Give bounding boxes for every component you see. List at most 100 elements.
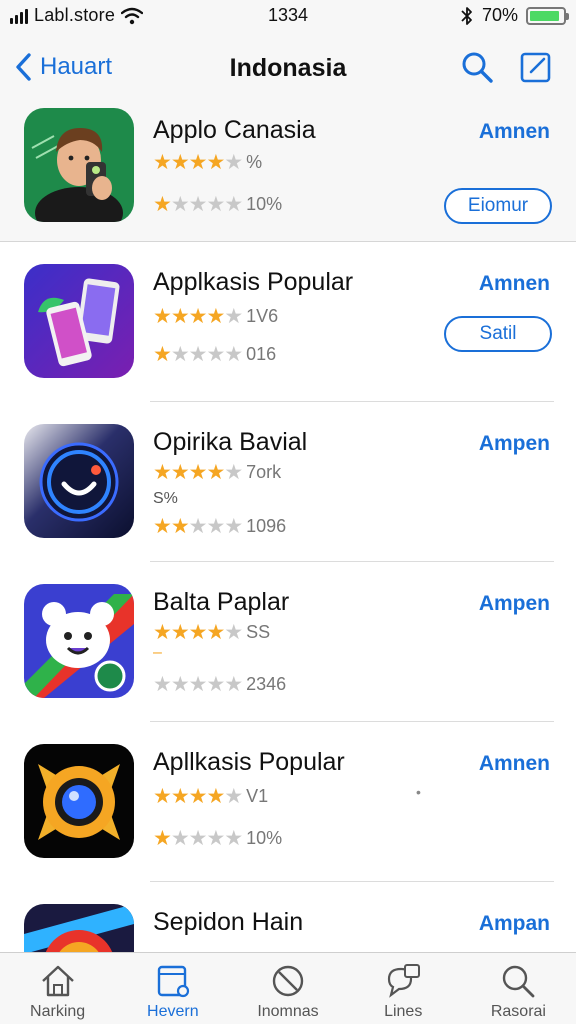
- get-button[interactable]: Ampen: [479, 432, 550, 456]
- star-empty-icon: ★: [206, 515, 225, 538]
- get-button[interactable]: Ampen: [479, 592, 550, 616]
- star-empty-icon: ★: [224, 785, 243, 808]
- rating: ★★★★★ V1: [153, 786, 268, 807]
- star-empty-icon: ★: [170, 343, 190, 366]
- star-filled-icon: ★: [206, 151, 225, 174]
- app-name: Opirika Bavial: [153, 428, 308, 456]
- app-action-button[interactable]: Eiomur: [444, 188, 552, 224]
- status-right: 70%: [460, 5, 569, 26]
- star-filled-icon: ★: [188, 151, 208, 174]
- compose-icon[interactable]: [520, 50, 552, 84]
- calendar-icon: [157, 965, 189, 998]
- tab-label: Rasorai: [490, 1003, 546, 1020]
- rating-value: 1V6: [246, 306, 279, 326]
- rating-count: S%: [153, 490, 178, 507]
- tab-hevern[interactable]: Hevern: [115, 953, 230, 1024]
- star-empty-icon: ★: [188, 343, 208, 366]
- rating-value: %: [246, 152, 263, 172]
- star-filled-icon: ★: [170, 151, 190, 174]
- star-filled-icon: ★: [188, 785, 208, 808]
- star-empty-icon: ★: [224, 621, 243, 644]
- list-item[interactable]: Apllkasis Popular ★★★★★ V1 ★★★★★ 10% • A…: [0, 722, 576, 882]
- tab-bar: Narking Hevern Inomnas Lines Rasorai: [0, 952, 576, 1024]
- search-icon[interactable]: [460, 50, 494, 84]
- phones-icon: [24, 264, 134, 378]
- star-rating-icon: ★★★★★: [153, 151, 243, 174]
- navigation-bar: Hauart Indonasia: [0, 32, 576, 104]
- star-empty-icon: ★: [206, 343, 225, 366]
- list-item[interactable]: Applo Canasia ★★★★★ % ★★★★★ 10% Amnen Ei…: [0, 104, 576, 242]
- star-rating-icon: ★★★★★: [153, 785, 243, 808]
- person-phone-icon: [24, 108, 134, 222]
- tab-narking[interactable]: Narking: [0, 953, 115, 1024]
- rating-value: 7ork: [246, 462, 282, 482]
- get-button[interactable]: Amnen: [479, 752, 550, 776]
- star-filled-icon: ★: [206, 461, 225, 484]
- rating-value: 1096: [246, 516, 287, 536]
- star-empty-icon: ★: [188, 515, 208, 538]
- star-empty-icon: ★: [188, 673, 208, 696]
- star-empty-icon: ★: [224, 305, 243, 328]
- list-item[interactable]: Opirika Bavial ★★★★★ 7ork S% ★★★★★ 1096 …: [0, 402, 576, 562]
- star-filled-icon: ★: [170, 461, 190, 484]
- star-rating-icon: ★★★★★: [153, 515, 243, 538]
- rating-value: 10%: [246, 828, 283, 848]
- star-empty-icon: ★: [224, 461, 243, 484]
- smile-lens-icon: [24, 424, 134, 538]
- rating: ★★★★★ 10%: [153, 828, 282, 849]
- bear-icon: [24, 584, 134, 698]
- app-name: Apllkasis Popular: [153, 748, 345, 776]
- get-button[interactable]: Amnen: [479, 272, 550, 296]
- list-item[interactable]: Sepidon Hain Ampan: [0, 882, 576, 952]
- tab-label: Narking: [30, 1003, 86, 1020]
- rating: ★★★★★ 1096: [153, 516, 286, 537]
- star-rating-icon: ★★★★★: [153, 305, 243, 328]
- rating: ★★★★★ 1V6: [153, 306, 278, 327]
- battery-icon: [526, 6, 569, 25]
- rating-value: V1: [246, 786, 269, 806]
- tab-label: Lines: [384, 1003, 423, 1020]
- star-filled-icon: ★: [206, 785, 225, 808]
- tab-lines[interactable]: Lines: [346, 953, 461, 1024]
- star-filled-icon: ★: [170, 621, 190, 644]
- app-action-button[interactable]: Satil: [444, 316, 552, 352]
- rating-count: –: [153, 644, 162, 661]
- rating: ★★★★★ 016: [153, 344, 276, 365]
- get-button[interactable]: Ampan: [479, 912, 550, 936]
- search-icon: [503, 965, 535, 998]
- list-item[interactable]: Balta Paplar ★★★★★ SS – ★★★★★ 2346 Ampen: [0, 562, 576, 722]
- list-item[interactable]: Applkasis Popular ★★★★★ 1V6 ★★★★★ 016 Am…: [0, 242, 576, 402]
- star-empty-icon: ★: [224, 193, 243, 216]
- rating: ★★★★★ 2346: [153, 674, 286, 695]
- star-rating-icon: ★★★★★: [153, 343, 243, 366]
- star-rating-icon: ★★★★★: [153, 461, 243, 484]
- no-sign-icon: [272, 965, 304, 997]
- star-filled-icon: ★: [153, 305, 172, 328]
- rating: ★★★★★ %: [153, 152, 262, 173]
- star-rating-icon: ★★★★★: [153, 621, 243, 644]
- tab-label: Inomnas: [257, 1003, 319, 1020]
- home-icon: [41, 965, 74, 997]
- star-rating-icon: ★★★★★: [153, 827, 243, 850]
- camera-lens-icon: [24, 744, 134, 858]
- star-filled-icon: ★: [188, 461, 208, 484]
- app-name: Applkasis Popular: [153, 268, 354, 296]
- chat-icon: [388, 964, 421, 998]
- target-icon: [24, 904, 134, 952]
- star-empty-icon: ★: [206, 673, 225, 696]
- star-filled-icon: ★: [188, 305, 208, 328]
- tab-inomnas[interactable]: Inomnas: [230, 953, 345, 1024]
- star-empty-icon: ★: [224, 151, 243, 174]
- tab-rasorai[interactable]: Rasorai: [461, 953, 576, 1024]
- star-empty-icon: ★: [170, 193, 190, 216]
- star-filled-icon: ★: [153, 827, 172, 850]
- star-empty-icon: ★: [224, 673, 243, 696]
- rating-value: 10%: [246, 194, 283, 214]
- star-filled-icon: ★: [170, 785, 190, 808]
- tab-label: Hevern: [147, 1003, 199, 1020]
- star-empty-icon: ★: [170, 673, 190, 696]
- battery-fill: [530, 10, 559, 21]
- get-button[interactable]: Amnen: [479, 120, 550, 144]
- star-empty-icon: ★: [224, 827, 243, 850]
- star-empty-icon: ★: [188, 827, 208, 850]
